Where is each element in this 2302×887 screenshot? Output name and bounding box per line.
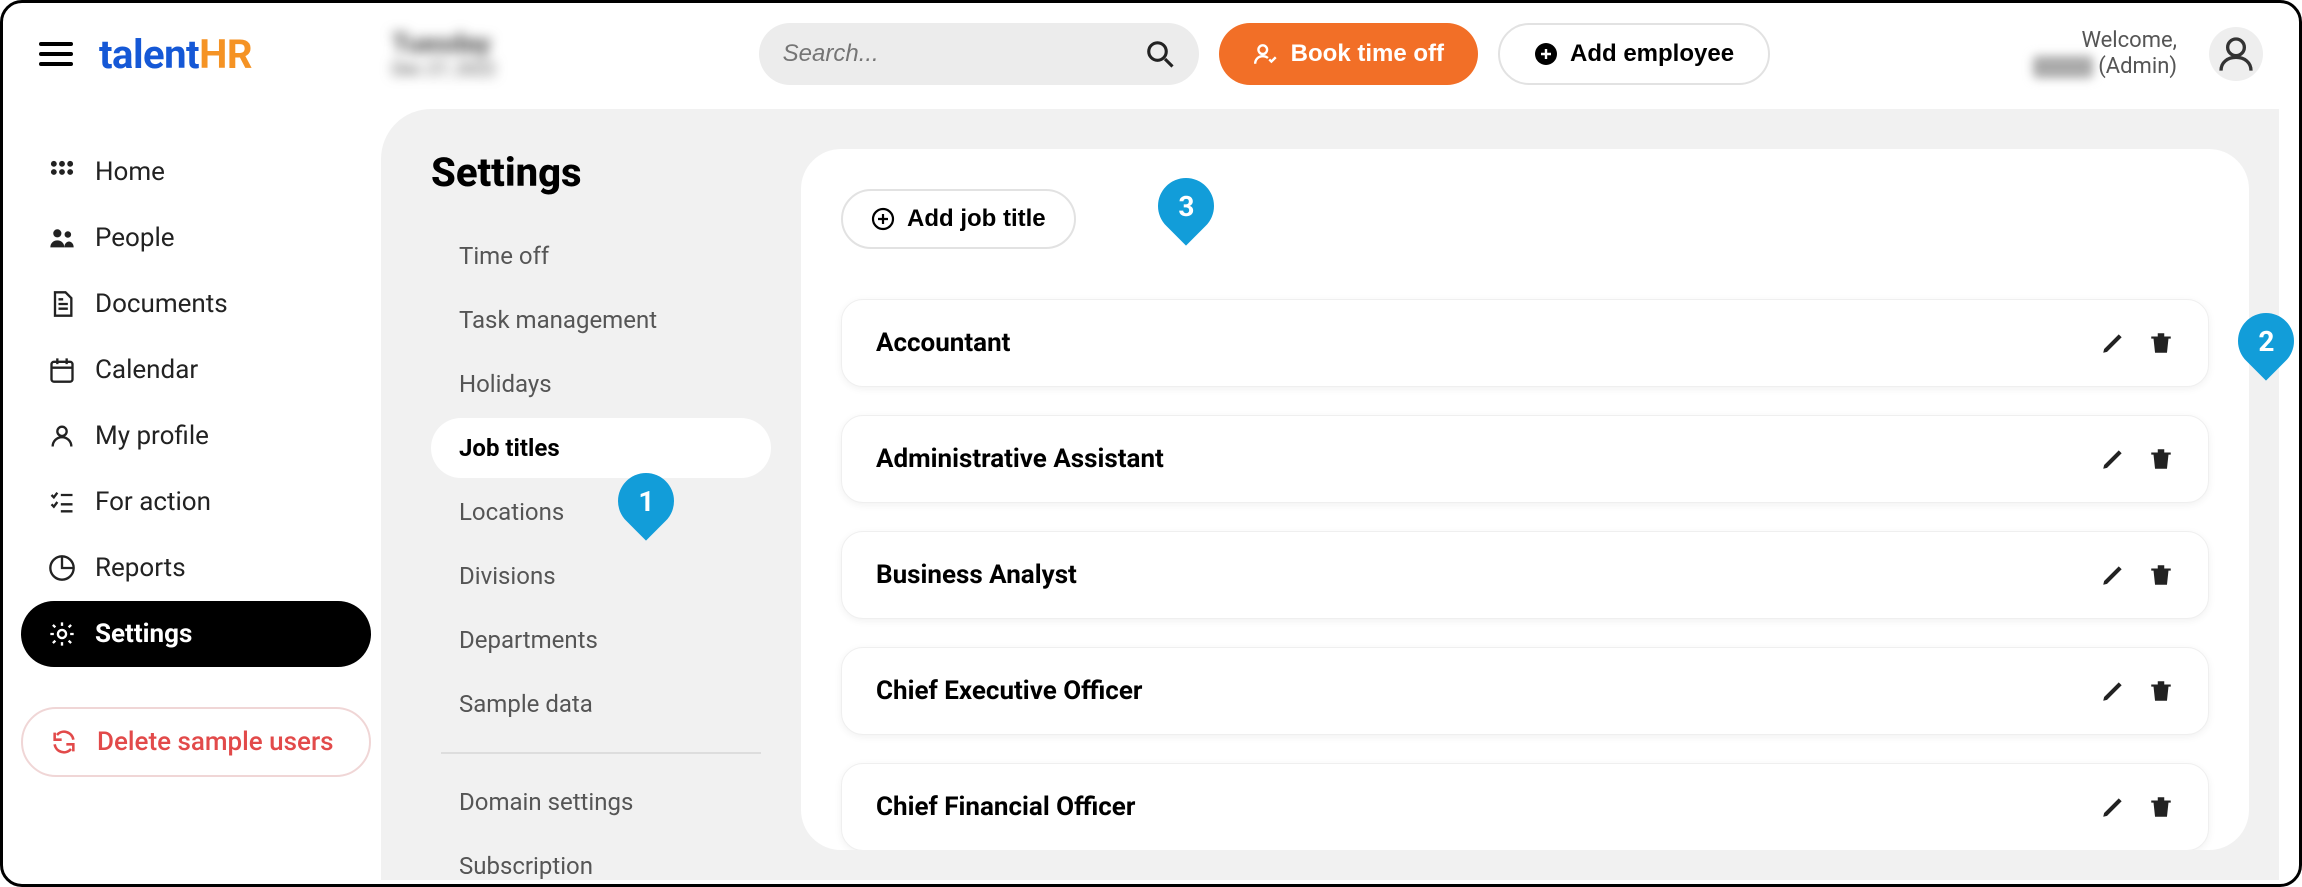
nav-label: Settings [95,619,192,649]
nav-reports[interactable]: Reports [21,535,371,601]
delete-icon[interactable] [2148,794,2174,820]
job-title-row: Chief Financial Officer [841,763,2209,850]
logo-text-2: HR [199,31,252,78]
edit-icon[interactable] [2100,562,2126,588]
search-input[interactable] [783,40,1145,68]
header: talentHR Tuesday Dec 27, 2022 Book time … [3,3,2299,109]
settings-title: Settings [431,149,771,196]
content-area: Add job title Accountant Administrative … [801,149,2249,850]
edit-icon[interactable] [2100,446,2126,472]
nav-label: For action [95,487,211,517]
admin-label: (Admin) [2098,54,2177,79]
book-time-off-label: Book time off [1291,40,1444,68]
nav-documents[interactable]: Documents [21,271,371,337]
nav-my-profile[interactable]: My profile [21,403,371,469]
settings-link-departments[interactable]: Departments [431,610,771,670]
nav-for-action[interactable]: For action [21,469,371,535]
welcome-block: Welcome, (Admin) [2033,28,2177,81]
book-time-off-button[interactable]: Book time off [1219,23,1478,85]
job-title-row: Chief Executive Officer [841,647,2209,735]
job-title-label: Chief Executive Officer [876,676,1142,706]
app-frame: talentHR Tuesday Dec 27, 2022 Book time … [0,0,2302,887]
date-display: Tuesday Dec 27, 2022 [392,29,496,80]
checklist-icon [47,487,77,517]
nav-label: Calendar [95,355,198,385]
main-layout: Home People Documents Calendar My profil… [3,109,2299,880]
add-job-title-button[interactable]: Add job title [841,189,1076,249]
pie-chart-icon [47,553,77,583]
add-employee-label: Add employee [1570,40,1734,68]
welcome-text: Welcome, [2033,28,2177,54]
settings-sidebar: Settings Time off Task management Holida… [381,149,801,880]
job-title-label: Administrative Assistant [876,444,1164,474]
plus-circle-icon [1534,42,1558,66]
settings-link-locations[interactable]: Locations [431,482,771,542]
hamburger-menu-icon[interactable] [39,42,73,66]
nav-label: Reports [95,553,186,583]
delete-icon[interactable] [2148,446,2174,472]
delete-icon[interactable] [2148,330,2174,356]
settings-link-domain-settings[interactable]: Domain settings [431,772,771,832]
nav-home[interactable]: Home [21,139,371,205]
job-title-row: Business Analyst [841,531,2209,619]
profile-icon [47,421,77,451]
settings-link-sample-data[interactable]: Sample data [431,674,771,734]
settings-link-subscription[interactable]: Subscription [431,836,771,880]
search-icon[interactable] [1145,39,1175,69]
add-job-title-label: Add job title [907,205,1046,233]
avatar-icon [2216,34,2256,74]
nav-label: Home [95,157,165,187]
settings-link-divisions[interactable]: Divisions [431,546,771,606]
nav-label: Documents [95,289,228,319]
edit-icon[interactable] [2100,678,2126,704]
nav-calendar[interactable]: Calendar [21,337,371,403]
settings-link-time-off[interactable]: Time off [431,226,771,286]
search-box[interactable] [759,23,1199,85]
job-title-label: Accountant [876,328,1010,358]
nav-label: My profile [95,421,209,451]
person-check-icon [1253,41,1279,67]
nav-label: People [95,223,175,253]
divider [441,752,761,754]
people-icon [47,223,77,253]
logo[interactable]: talentHR [99,31,252,78]
job-title-row: Accountant [841,299,2209,387]
job-title-label: Chief Financial Officer [876,792,1135,822]
delete-sample-label: Delete sample users [97,727,334,757]
calendar-icon [47,355,77,385]
avatar[interactable] [2209,27,2263,81]
delete-icon[interactable] [2148,562,2174,588]
grid-icon [47,157,77,187]
nav-settings[interactable]: Settings [21,601,371,667]
delete-icon[interactable] [2148,678,2174,704]
job-title-label: Business Analyst [876,560,1077,590]
nav-people[interactable]: People [21,205,371,271]
edit-icon[interactable] [2100,794,2126,820]
add-employee-button[interactable]: Add employee [1498,23,1770,85]
job-title-list: Accountant Administrative Assistant [841,299,2209,850]
delete-sample-users-button[interactable]: Delete sample users [21,707,371,777]
gear-icon [47,619,77,649]
sidebar-nav: Home People Documents Calendar My profil… [11,109,381,880]
edit-icon[interactable] [2100,330,2126,356]
job-title-row: Administrative Assistant [841,415,2209,503]
refresh-icon [49,727,79,757]
settings-link-holidays[interactable]: Holidays [431,354,771,414]
logo-text-1: talent [99,31,199,78]
settings-link-job-titles[interactable]: Job titles [431,418,771,478]
document-icon [47,289,77,319]
settings-link-task-management[interactable]: Task management [431,290,771,350]
plus-circle-outline-icon [871,207,895,231]
username-blurred [2033,56,2093,78]
